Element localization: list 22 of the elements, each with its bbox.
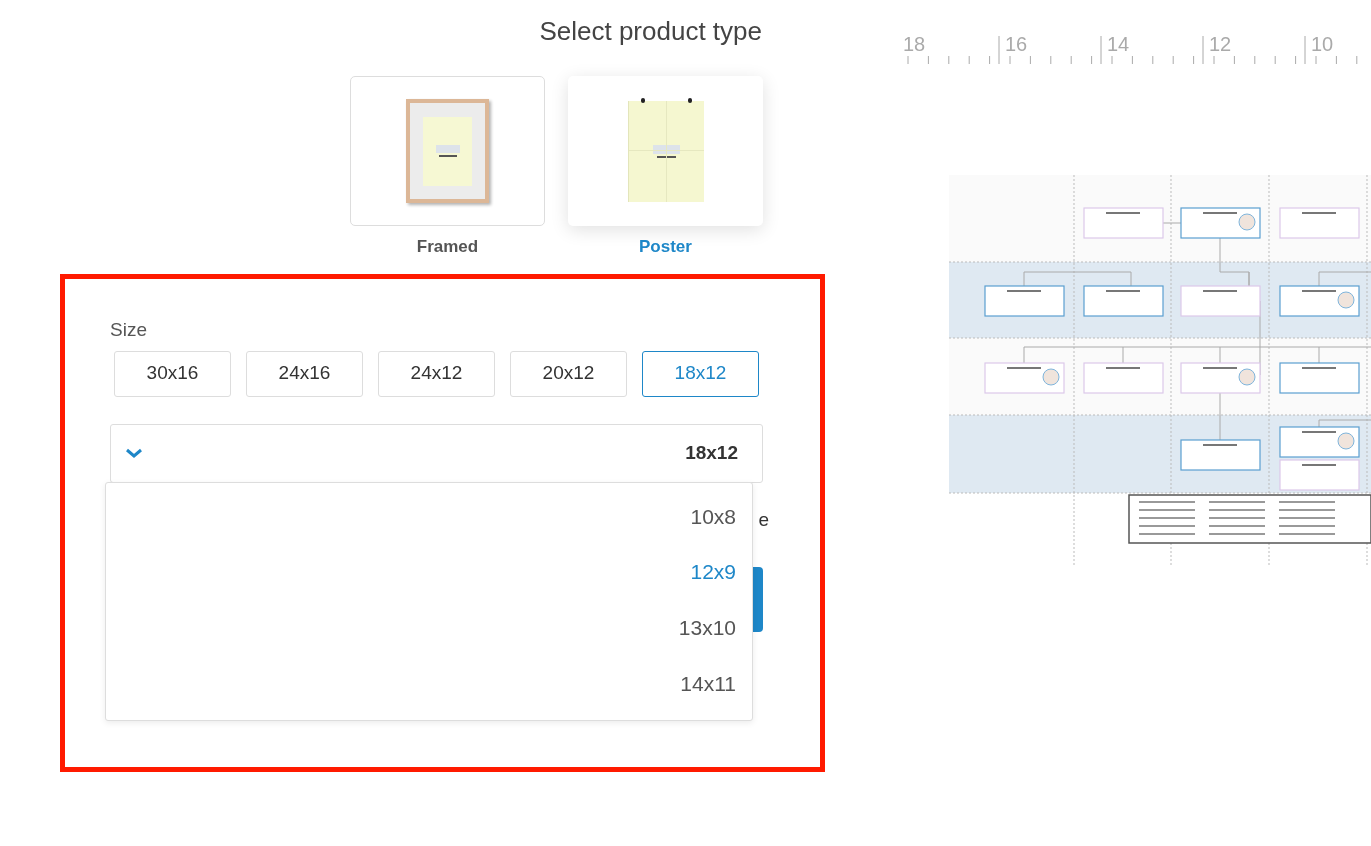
product-type-label[interactable]: Poster	[639, 234, 692, 260]
size-option[interactable]: 18x12	[642, 350, 759, 397]
product-type-label[interactable]: Framed	[416, 234, 479, 260]
size-option[interactable]: 24x16	[246, 350, 363, 397]
size-option[interactable]: 20x12	[510, 350, 627, 397]
covered-label: e	[758, 507, 769, 532]
ruler-label: 18	[903, 32, 926, 56]
size-label: Size	[110, 317, 148, 342]
size-option[interactable]: 24x12	[378, 350, 495, 397]
product-type-card[interactable]	[350, 76, 545, 226]
dropdown-option[interactable]: 10x8	[106, 496, 752, 553]
ruler-label: 14	[1107, 32, 1130, 56]
ruler-label: 16	[1005, 32, 1028, 56]
dropdown-option[interactable]: 13x10	[106, 608, 752, 664]
dropdown-option[interactable]: 12x9	[106, 552, 752, 608]
ruler-label: 10	[1311, 32, 1334, 56]
ruler-label: 12	[1209, 32, 1232, 56]
size-option[interactable]: 30x16	[114, 350, 231, 397]
section-heading: Select product type	[539, 15, 762, 48]
dropdown-option[interactable]: 14x11	[106, 663, 752, 720]
product-type-card[interactable]	[568, 76, 763, 226]
chevron-icon	[125, 447, 143, 459]
